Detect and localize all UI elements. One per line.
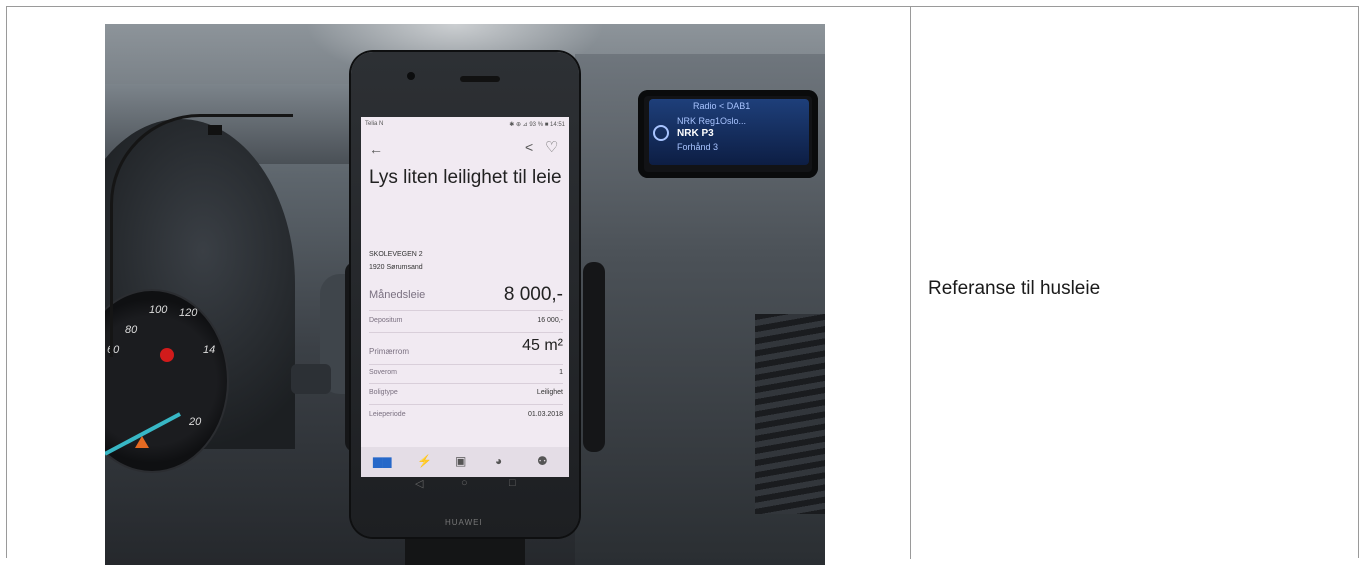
row-value: 1: [559, 369, 563, 376]
system-nav-bar: ◁ ○ □: [375, 477, 555, 493]
nav-profile-icon[interactable]: ⚉: [537, 454, 548, 468]
document-table: Radio < DAB1 NRK Reg1Oslo... NRK P3 Forh…: [6, 6, 1359, 565]
nav-messages-icon[interactable]: ◕: [495, 454, 502, 468]
row-label: Depositum: [369, 317, 403, 324]
row-value: Leilighet: [536, 389, 563, 396]
cable-plug: [208, 125, 222, 135]
row-label: Månedsleie: [369, 289, 426, 301]
listing-row: Soverom 1: [369, 369, 563, 383]
listing-row: Boligtype Leilighet: [369, 389, 563, 403]
listing-row: Månedsleie 8 000,-: [369, 284, 563, 306]
nav-lightning-icon[interactable]: ⚡: [417, 454, 432, 468]
radio-signal-icon: [653, 125, 669, 141]
row-value: 8 000,-: [503, 284, 563, 305]
bottom-nav: ▆▆ ⚡ ▣ ◕ ⚉: [361, 447, 569, 477]
heart-icon[interactable]: ♡: [545, 138, 558, 156]
radio-header: Radio < DAB1: [693, 101, 751, 111]
phone-brand-logo: HUAWEI: [445, 518, 483, 527]
hazard-icon: [135, 436, 149, 448]
listing-row: Primærrom 45 m²: [369, 337, 563, 361]
status-icons: ✱ ⊕ ⊿ 93 % ■ 14:51: [509, 122, 565, 128]
share-icon[interactable]: <: [525, 139, 533, 155]
divider: [369, 310, 563, 311]
listing-title: Lys liten leilighet til leie: [369, 167, 562, 188]
divider: [369, 383, 563, 384]
dash-button: [291, 364, 331, 394]
row-label: Leieperiode: [369, 411, 406, 418]
row-label: Boligtype: [369, 389, 398, 396]
earpiece: [460, 76, 500, 82]
air-vent-right: [755, 314, 825, 514]
row-value: 16 000,-: [537, 317, 563, 324]
row-value: 01.03.2018: [527, 411, 563, 418]
row-label: Soverom: [369, 369, 398, 376]
phone-holder-arm-right: [583, 262, 605, 452]
recents-nav-icon[interactable]: □: [509, 477, 516, 489]
radio-station-3: Forhånd 3: [677, 142, 719, 152]
radio-station-1: NRK Reg1Oslo...: [677, 116, 747, 126]
nav-home-icon[interactable]: ▆▆: [373, 454, 391, 468]
row-value: 45 m²: [522, 337, 563, 354]
radio-station-2: NRK P3: [677, 128, 714, 139]
divider: [369, 364, 563, 365]
front-camera: [407, 72, 415, 80]
phone-screen: Telia N ✱ ⊕ ⊿ 93 % ■ 14:51 ← < ♡ Lys lit…: [361, 117, 569, 477]
charging-cable: [110, 114, 293, 357]
caption-text: Referanse til husleie: [928, 278, 1101, 299]
listing-row: Depositum 16 000,-: [369, 317, 563, 331]
back-arrow-icon[interactable]: ←: [369, 141, 383, 157]
address-city: 1920 Sørumsand: [369, 264, 423, 271]
divider: [369, 404, 563, 405]
photo-phone-in-car: Radio < DAB1 NRK Reg1Oslo... NRK P3 Forh…: [105, 24, 825, 565]
address-street: SKOLEVEGEN 2: [369, 251, 423, 258]
carrier-label: Telia N: [365, 121, 384, 127]
status-bar: Telia N ✱ ⊕ ⊿ 93 % ■ 14:51: [365, 119, 565, 131]
home-nav-icon[interactable]: ○: [461, 477, 468, 489]
divider: [369, 332, 563, 333]
caption-cell: Referanse til husleie: [911, 7, 1358, 559]
gauge-label: 20: [189, 416, 202, 428]
row-label: Primærrom: [369, 347, 409, 356]
listing-row: Leieperiode 01.03.2018: [369, 411, 563, 425]
nav-post-icon[interactable]: ▣: [455, 454, 466, 468]
back-nav-icon[interactable]: ◁: [415, 477, 423, 490]
